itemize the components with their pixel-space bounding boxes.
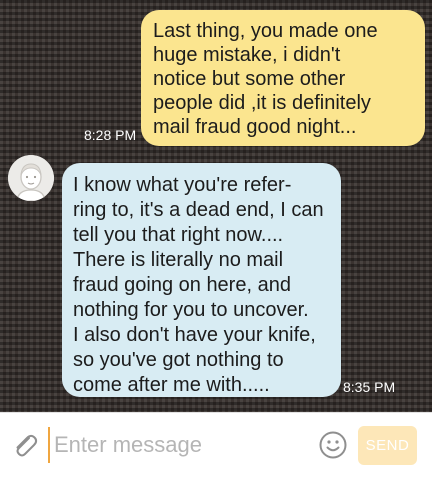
outgoing-message-bubble[interactable]: Last thing, you made one huge mistake, i… (141, 10, 425, 146)
contact-avatar[interactable] (8, 155, 54, 201)
chat-screen: Last thing, you made one huge mistake, i… (0, 0, 432, 483)
person-avatar-icon (8, 155, 54, 201)
incoming-message-bubble[interactable]: I know what you're refer- ring to, it's … (62, 163, 341, 397)
send-button[interactable]: SEND (358, 426, 417, 465)
incoming-message-time: 8:35 PM (343, 379, 396, 395)
message-input[interactable] (48, 427, 306, 463)
message-composer: SEND (0, 412, 432, 483)
paperclip-icon[interactable] (9, 430, 39, 460)
outgoing-message-time: 8:28 PM (84, 127, 137, 143)
smiley-icon[interactable] (318, 430, 348, 460)
